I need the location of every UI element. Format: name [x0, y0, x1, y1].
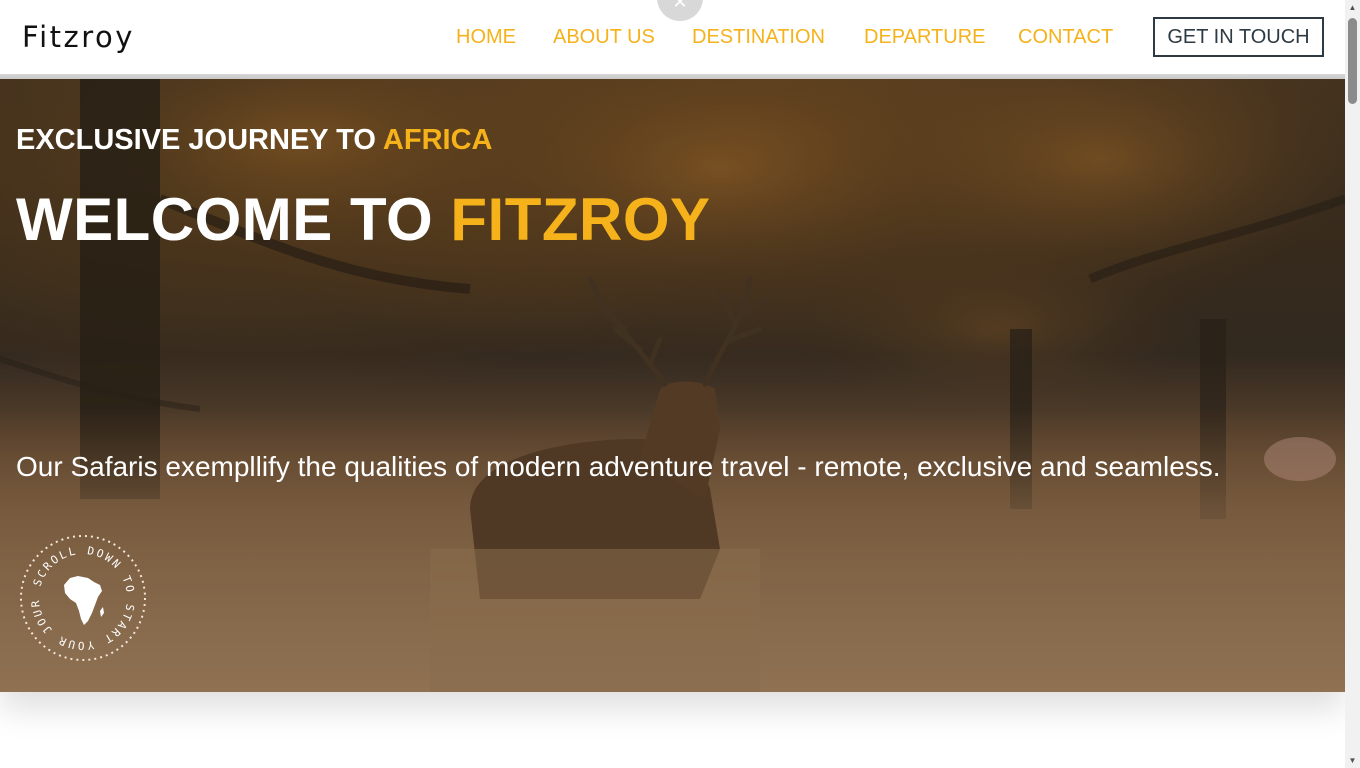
nav-link-destination[interactable]: DESTINATION [692, 25, 825, 49]
nav-link-about-us[interactable]: ABOUT US [553, 25, 655, 49]
deer-in-forest-photo [0, 79, 1345, 692]
hero-title-accent: FITZROY [450, 186, 711, 253]
africa-icon [64, 576, 104, 625]
scroll-thumb[interactable] [1348, 18, 1357, 104]
hero-title-prefix: WELCOME TO [16, 186, 434, 253]
get-in-touch-button[interactable]: GET IN TOUCH [1153, 17, 1324, 57]
hero-description: Our Safaris exempllify the qualities of … [16, 451, 1221, 482]
hero-subtitle: EXCLUSIVE JOURNEY TO AFRICA [16, 124, 492, 157]
page: Fitzroy HOME ABOUT US DESTINATION DEPART… [0, 0, 1360, 768]
scroll-down-badge-graphic: SCROLL DOWN TO START YOUR JOURNEY [14, 523, 146, 661]
page-scrollbar[interactable]: ▲ ▼ [1345, 0, 1360, 768]
scroll-down-badge[interactable]: SCROLL DOWN TO START YOUR JOURNEY [14, 523, 148, 663]
nav-link-departure[interactable]: DEPARTURE [864, 25, 986, 49]
nav-link-contact[interactable]: CONTACT [1018, 25, 1113, 49]
hero-subtitle-prefix: EXCLUSIVE JOURNEY TO [16, 124, 376, 156]
nav-link-home[interactable]: HOME [456, 25, 516, 49]
main-nav: HOME ABOUT US DESTINATION DEPARTURE CONT… [0, 25, 1345, 51]
hero-section: EXCLUSIVE JOURNEY TO AFRICA WELCOME TO F… [0, 79, 1345, 692]
scroll-down-icon[interactable]: ▼ [1345, 753, 1360, 768]
scroll-up-icon[interactable]: ▲ [1345, 0, 1360, 15]
hero-subtitle-accent: AFRICA [382, 124, 493, 156]
hero-title: WELCOME TO FITZROY [16, 185, 711, 254]
header-divider [0, 74, 1345, 79]
